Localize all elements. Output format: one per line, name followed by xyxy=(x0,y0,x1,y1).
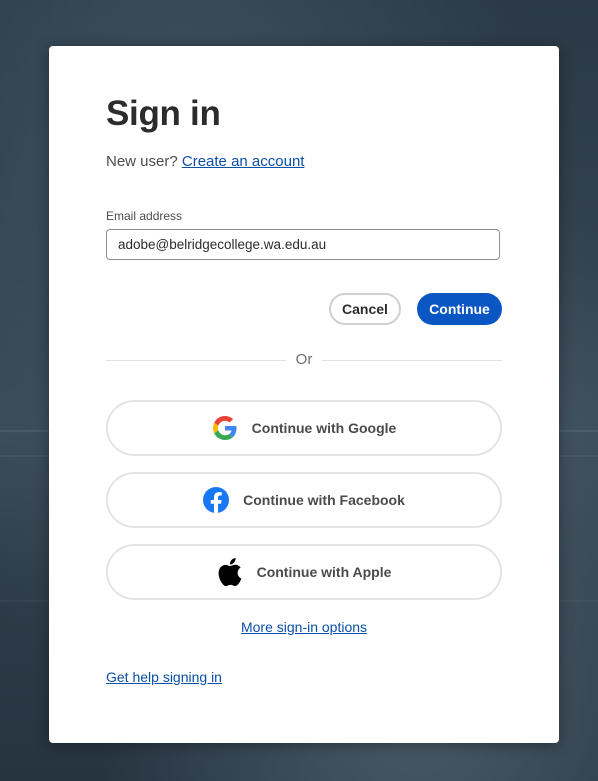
continue-button[interactable]: Continue xyxy=(417,293,502,325)
apple-button-label: Continue with Apple xyxy=(256,564,392,580)
divider-line-right xyxy=(322,360,502,361)
facebook-button-label: Continue with Facebook xyxy=(243,492,405,508)
continue-with-facebook-button[interactable]: Continue with Facebook xyxy=(106,472,502,528)
more-options-row: More sign-in options xyxy=(49,619,559,635)
sign-in-card: Sign in New user? Create an account Emai… xyxy=(49,46,559,743)
page-title: Sign in xyxy=(106,94,221,133)
more-sign-in-options-link[interactable]: More sign-in options xyxy=(241,619,367,635)
email-field[interactable] xyxy=(106,229,500,260)
new-user-row: New user? Create an account xyxy=(106,153,304,170)
continue-with-apple-button[interactable]: Continue with Apple xyxy=(106,544,502,600)
google-button-label: Continue with Google xyxy=(251,420,397,436)
new-user-text: New user? xyxy=(106,153,178,170)
help-row: Get help signing in xyxy=(106,669,222,685)
facebook-icon xyxy=(203,487,230,514)
google-icon xyxy=(212,415,238,441)
apple-icon xyxy=(217,558,243,586)
or-divider: Or xyxy=(106,351,502,368)
divider-line-left xyxy=(106,360,286,361)
continue-with-google-button[interactable]: Continue with Google xyxy=(106,400,502,456)
email-label: Email address xyxy=(106,209,183,223)
get-help-link[interactable]: Get help signing in xyxy=(106,669,222,685)
create-account-link[interactable]: Create an account xyxy=(182,153,305,170)
divider-text: Or xyxy=(295,351,313,368)
cancel-button[interactable]: Cancel xyxy=(329,293,401,325)
